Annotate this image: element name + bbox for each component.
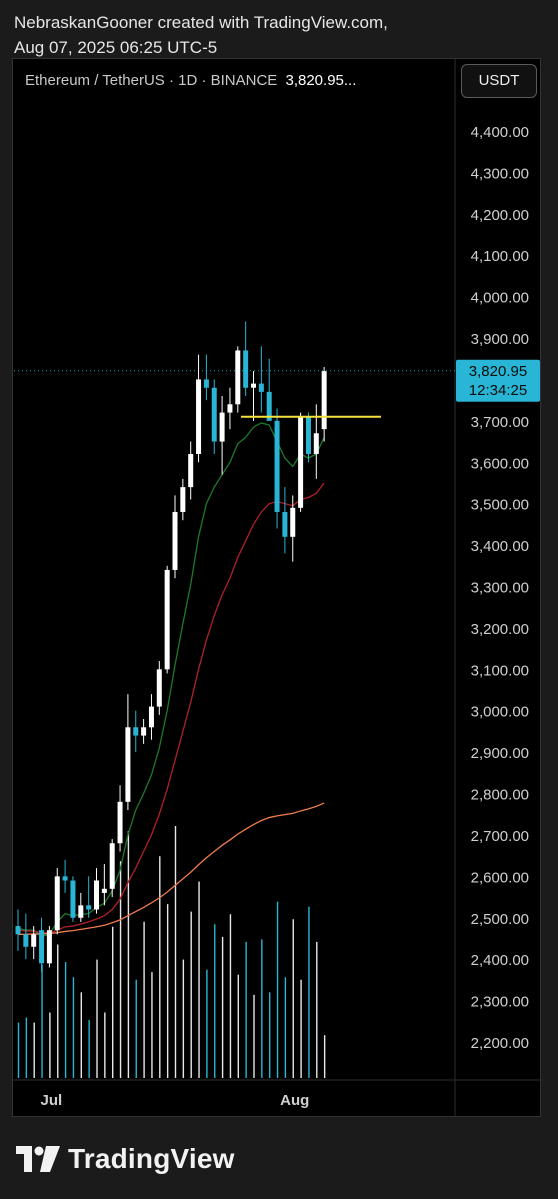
y-tick-label: 4,300.00: [471, 165, 529, 182]
y-tick-label: 4,400.00: [471, 124, 529, 141]
y-tick-label: 4,000.00: [471, 290, 529, 307]
y-tick-label: 3,500.00: [471, 497, 529, 514]
candle-body[interactable]: [243, 350, 249, 388]
candle-body[interactable]: [227, 404, 233, 413]
candle-body[interactable]: [274, 420, 280, 512]
candle-body[interactable]: [46, 930, 52, 964]
candle-body[interactable]: [172, 511, 178, 570]
candle-body[interactable]: [203, 379, 209, 388]
candle-body[interactable]: [54, 876, 60, 931]
candle-body[interactable]: [125, 727, 131, 802]
brand-name: TradingView: [68, 1143, 235, 1174]
price-chart[interactable]: 4,400.00 4,300.00 4,200.00 4,100.00 4,000.00…: [0, 0, 558, 1199]
candle-body[interactable]: [94, 880, 99, 910]
candle-body[interactable]: [148, 706, 154, 728]
y-tick-label: 2,600.00: [471, 869, 529, 886]
candle-body[interactable]: [251, 383, 256, 388]
ma-red-line: [17, 482, 325, 934]
candle-body[interactable]: [188, 453, 194, 488]
y-tick-label: 3,100.00: [471, 662, 529, 679]
price-badge-countdown: 12:34:25: [469, 382, 527, 399]
candle-body[interactable]: [219, 412, 225, 442]
y-tick-label: 3,200.00: [471, 621, 529, 638]
tradingview-logo-icon: [16, 1146, 60, 1172]
candle-body[interactable]: [117, 801, 123, 844]
candle-body[interactable]: [196, 379, 202, 454]
y-tick-label: 3,600.00: [471, 455, 529, 472]
candle-body[interactable]: [141, 727, 147, 736]
y-tick-label: 2,800.00: [471, 787, 529, 804]
candle-body[interactable]: [290, 507, 296, 537]
candle-body[interactable]: [235, 350, 241, 405]
y-tick-label: 4,200.00: [471, 207, 529, 224]
y-tick-label: 3,400.00: [471, 538, 529, 555]
candle-body[interactable]: [180, 487, 186, 512]
tradingview-logo[interactable]: TradingView: [16, 1143, 235, 1175]
candle-body[interactable]: [86, 905, 92, 910]
y-tick-label: 2,900.00: [471, 745, 529, 762]
candle-body[interactable]: [298, 416, 304, 508]
candle-body[interactable]: [62, 876, 68, 881]
candle-body[interactable]: [23, 934, 29, 947]
candle-body[interactable]: [133, 727, 139, 736]
candle-body[interactable]: [305, 416, 311, 454]
y-tick-label: 3,000.00: [471, 704, 529, 721]
y-tick-label: 4,100.00: [471, 248, 529, 265]
candle-body[interactable]: [39, 930, 45, 964]
y-tick-label: 2,700.00: [471, 828, 529, 845]
candle-body[interactable]: [15, 926, 21, 935]
y-tick-label: 2,300.00: [471, 994, 529, 1011]
x-tick-label: Aug: [280, 1092, 309, 1109]
candle-body[interactable]: [164, 569, 170, 670]
candle-body[interactable]: [321, 371, 327, 430]
candle-body[interactable]: [109, 843, 115, 889]
candle-body[interactable]: [313, 433, 319, 454]
candle-body[interactable]: [78, 905, 84, 918]
y-tick-label: 3,900.00: [471, 331, 529, 348]
y-tick-label: 2,500.00: [471, 911, 529, 928]
y-tick-label: 3,300.00: [471, 580, 529, 597]
y-tick-label: 3,700.00: [471, 414, 529, 431]
candle-body[interactable]: [31, 934, 37, 947]
price-badge-value: 3,820.95: [469, 363, 527, 380]
y-tick-label: 2,400.00: [471, 952, 529, 969]
candle-body[interactable]: [156, 669, 162, 707]
candle-body[interactable]: [101, 888, 107, 893]
candle-body[interactable]: [282, 511, 288, 537]
x-tick-label: Jul: [41, 1092, 63, 1109]
candle-body[interactable]: [258, 383, 264, 392]
candle-body[interactable]: [70, 880, 76, 918]
y-tick-label: 2,200.00: [471, 1035, 529, 1052]
candle-body[interactable]: [211, 387, 217, 442]
